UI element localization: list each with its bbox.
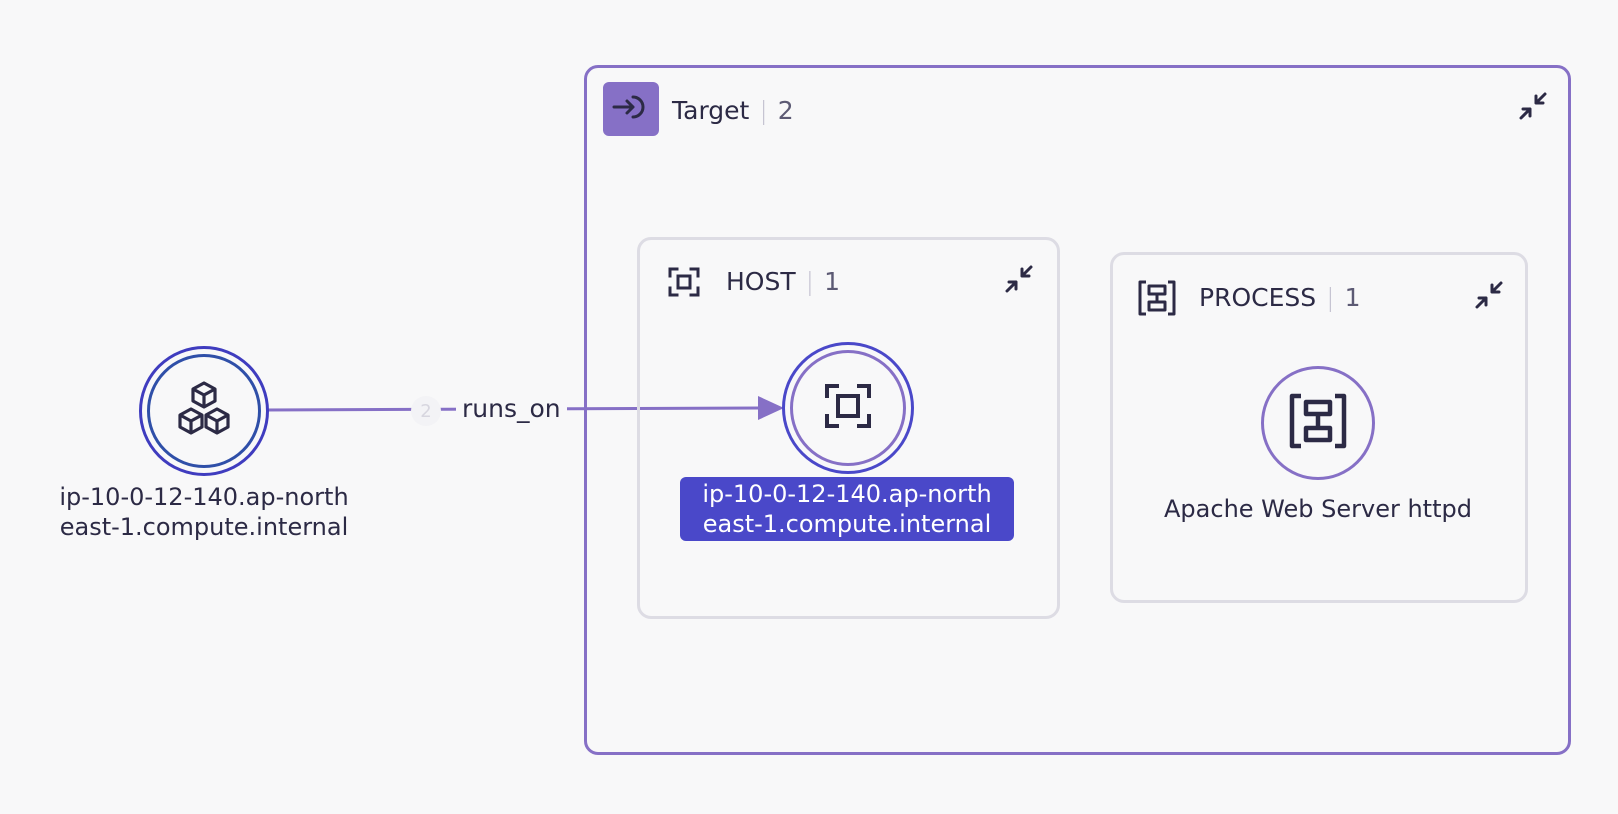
host-frame-icon xyxy=(668,267,700,301)
process-group-title: PROCESS xyxy=(1199,282,1317,312)
target-collapse-button[interactable] xyxy=(1516,91,1550,125)
edge-count-badge: 2 xyxy=(411,396,441,426)
edge-label: runs_on xyxy=(456,393,567,425)
target-group-title: Target xyxy=(672,95,750,125)
host-collapse-button[interactable] xyxy=(1002,264,1036,298)
host-frame-icon xyxy=(824,383,872,433)
target-badge xyxy=(603,82,659,136)
host-group-header: HOST | 1 xyxy=(726,263,840,299)
process-node-label: Apache Web Server httpd xyxy=(1164,495,1472,523)
title-separator: | xyxy=(759,95,768,125)
collapse-icon xyxy=(1518,91,1548,125)
process-collapse-button[interactable] xyxy=(1472,280,1506,314)
host-node-label: ip-10-0-12-140.ap-north east-1.compute.i… xyxy=(680,477,1014,541)
collapse-icon xyxy=(1474,280,1504,314)
process-node[interactable] xyxy=(1261,366,1375,480)
collapse-icon xyxy=(1004,264,1034,298)
process-group-header: PROCESS | 1 xyxy=(1199,279,1360,315)
target-group-header: Target | 2 xyxy=(672,92,794,128)
title-separator: | xyxy=(805,266,815,296)
host-group-count: 1 xyxy=(824,266,840,296)
host-group-title: HOST xyxy=(726,266,796,296)
target-enter-icon xyxy=(611,92,651,126)
cubes-icon xyxy=(173,380,235,442)
title-separator: | xyxy=(1326,282,1335,312)
process-group-count: 1 xyxy=(1344,282,1361,312)
target-group-count: 2 xyxy=(777,95,794,125)
source-node[interactable] xyxy=(139,346,269,476)
source-node-label: ip-10-0-12-140.ap-north east-1.compute.i… xyxy=(59,483,349,541)
host-node[interactable] xyxy=(782,342,914,474)
process-icon xyxy=(1138,280,1176,320)
process-icon xyxy=(1289,393,1347,453)
